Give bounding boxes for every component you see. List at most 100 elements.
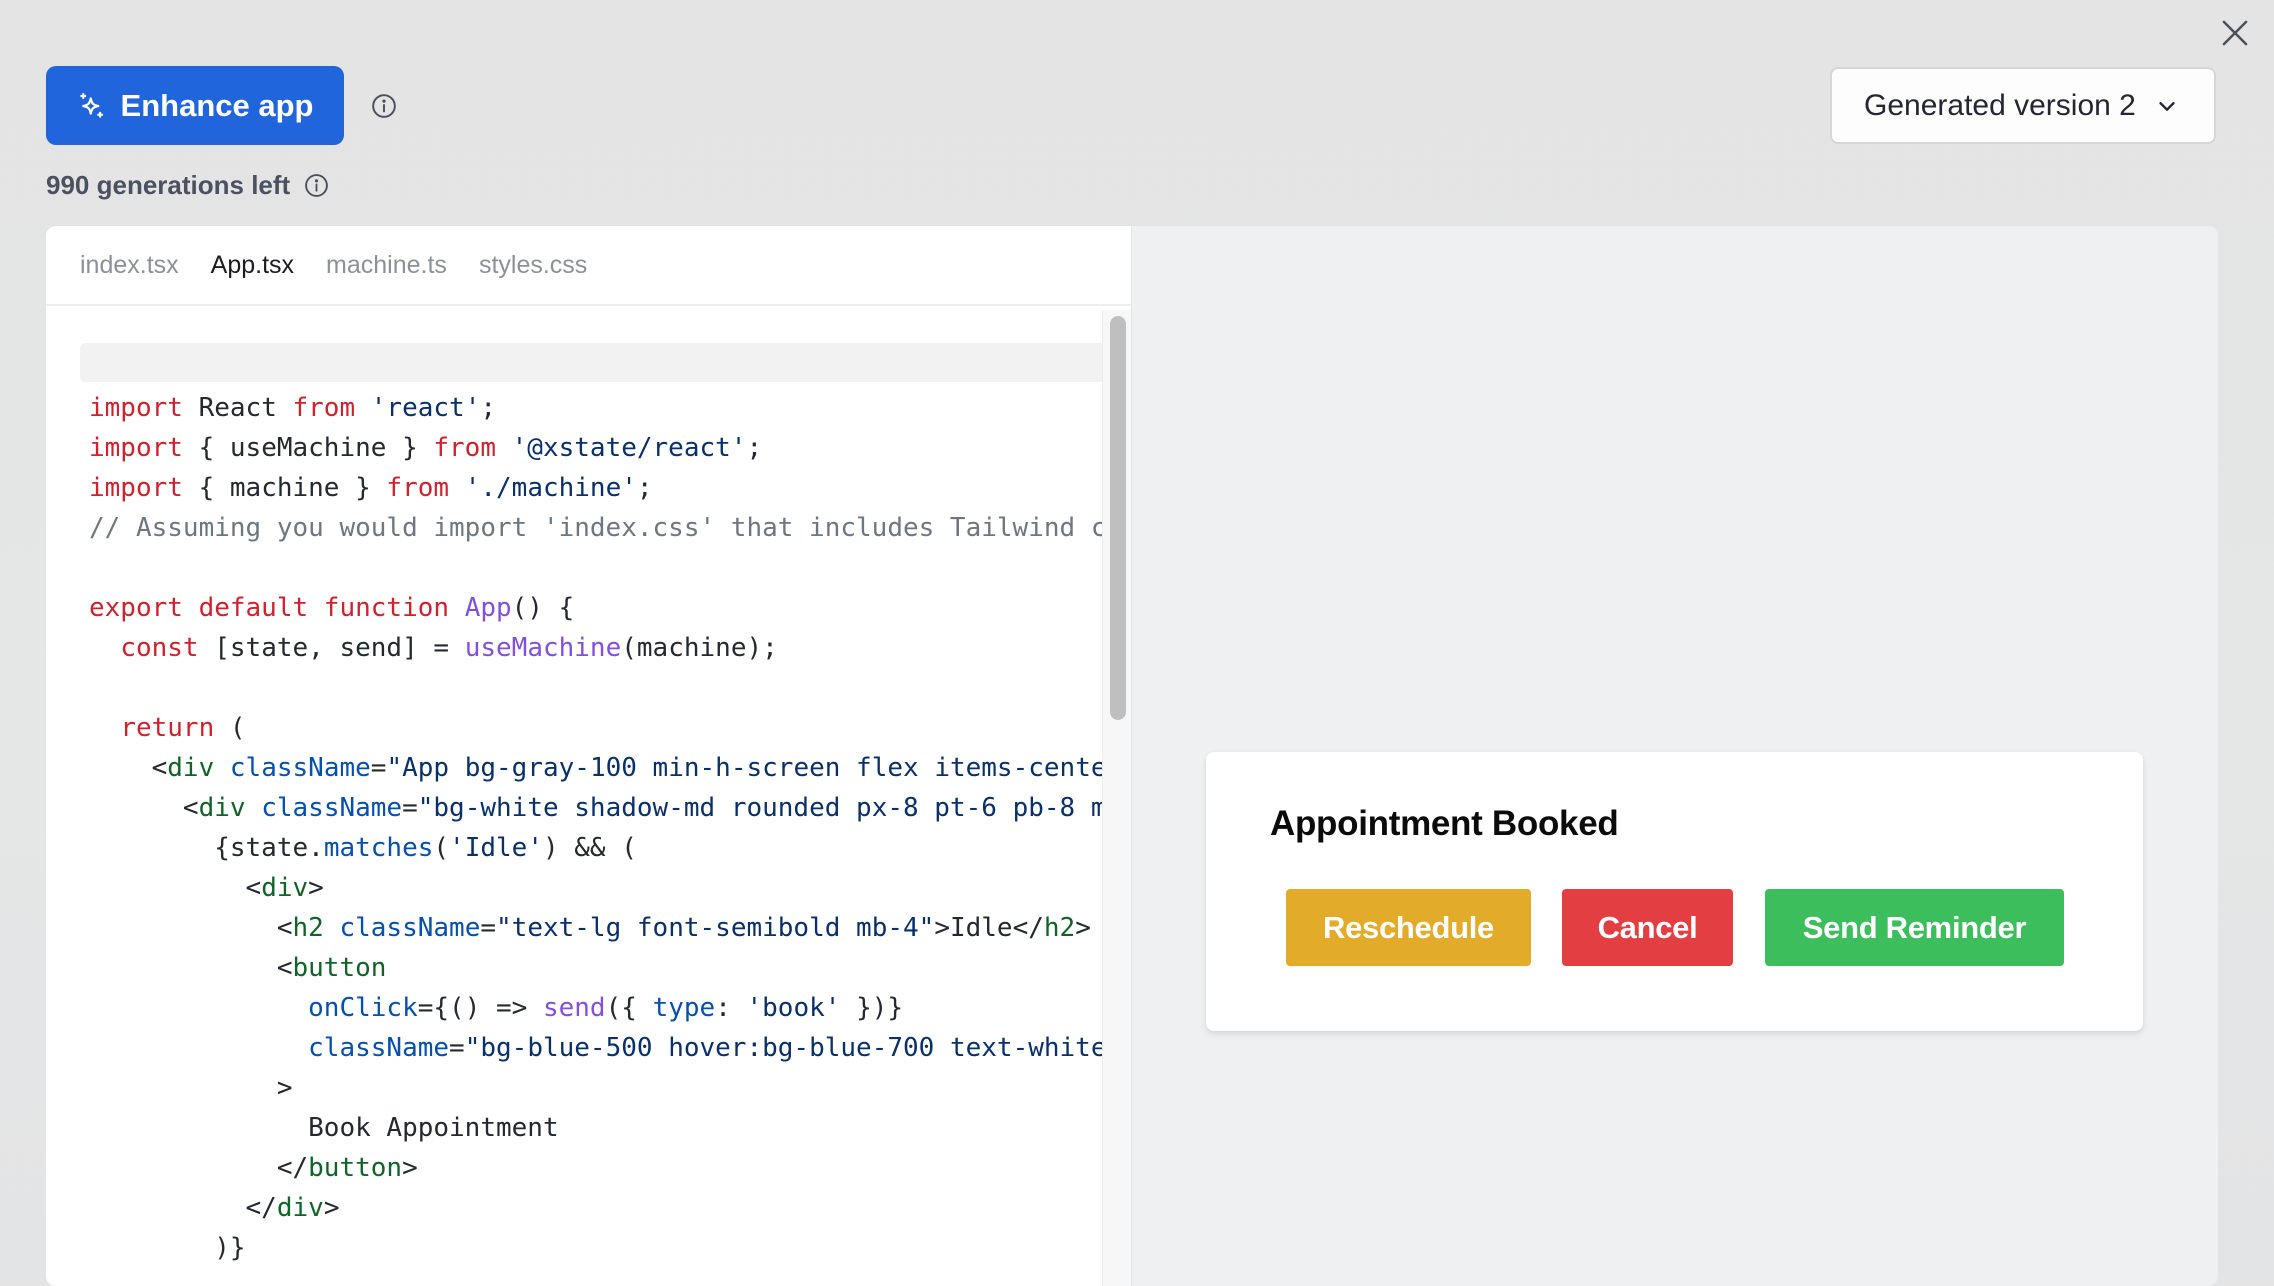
- card-title: Appointment Booked: [1270, 804, 1619, 843]
- code-token: // Assuming you would import 'index.css'…: [89, 513, 1102, 543]
- code-token: import: [89, 473, 183, 503]
- tab-machine-ts[interactable]: machine.ts: [326, 251, 447, 280]
- code-token: (: [433, 833, 450, 863]
- code-token: "bg-blue-500 hover:bg-blue-700 text-whit…: [464, 1033, 1102, 1063]
- code-token: '@xstate/react': [496, 433, 747, 463]
- code-line: <button: [89, 948, 1102, 988]
- code-line: </div>: [89, 1188, 1102, 1228]
- code-token: './machine': [449, 473, 637, 503]
- code-view[interactable]: import React from 'react'; import { useMa…: [46, 308, 1102, 1286]
- code-token: =: [480, 913, 497, 943]
- cancel-button[interactable]: Cancel: [1562, 889, 1733, 966]
- code-line: export default function App() {: [89, 588, 1102, 628]
- tab-index-tsx[interactable]: index.tsx: [80, 251, 179, 280]
- code-line: <h2 className="text-lg font-semibold mb-…: [89, 908, 1102, 948]
- code-content[interactable]: import React from 'react'; import { useMa…: [89, 388, 1102, 1268]
- code-token: export default function: [89, 593, 450, 623]
- code-token: ;: [636, 473, 653, 503]
- code-token: () {: [511, 593, 575, 623]
- code-line: import { machine } from './machine';: [89, 468, 1102, 508]
- code-token: { machine }: [182, 473, 387, 503]
- code-token: div: [198, 793, 246, 823]
- code-token: ({: [605, 993, 653, 1023]
- code-token: return: [120, 713, 215, 743]
- code-token: })}: [840, 993, 904, 1023]
- version-dropdown-value: Generated version 2: [1864, 88, 2136, 122]
- code-line: return (: [89, 708, 1102, 748]
- code-token: (: [214, 713, 246, 743]
- generations-left-text: 990 generations left: [46, 170, 291, 200]
- code-token: from: [386, 473, 450, 503]
- code-token: button: [308, 1153, 403, 1183]
- code-line: </button>: [89, 1148, 1102, 1188]
- code-token: App: [464, 593, 512, 623]
- code-token: =: [449, 1033, 465, 1063]
- enhance-info-button[interactable]: [371, 93, 397, 124]
- code-line: const [state, send] = useMachine(machine…: [89, 628, 1102, 668]
- enhance-app-label: Enhance app: [120, 87, 314, 123]
- code-token: React: [182, 393, 293, 423]
- code-token: div: [167, 753, 215, 783]
- code-token: import: [89, 433, 183, 463]
- tab-app-tsx[interactable]: App.tsx: [211, 251, 294, 280]
- code-token: >: [402, 1153, 418, 1183]
- code-token: const: [120, 633, 199, 663]
- code-line: >: [89, 1068, 1102, 1108]
- code-token: <: [89, 753, 168, 783]
- code-scrollbar[interactable]: [1102, 310, 1131, 1286]
- code-token: (machine);: [621, 633, 778, 663]
- enhance-app-button[interactable]: Enhance app: [46, 66, 344, 145]
- code-token: button: [292, 953, 387, 983]
- close-button[interactable]: [2216, 14, 2254, 52]
- send-reminder-button[interactable]: Send Reminder: [1765, 889, 2064, 966]
- tab-styles-css[interactable]: styles.css: [479, 251, 587, 280]
- code-token: useMachine: [464, 633, 622, 663]
- code-token: className: [339, 913, 481, 943]
- code-line: <div>: [89, 868, 1102, 908]
- code-token: {state.: [89, 833, 324, 863]
- code-token: >: [308, 873, 324, 903]
- code-line: Book Appointment: [89, 1108, 1102, 1148]
- code-token: "App bg-gray-100 min-h-screen flex items…: [386, 753, 1102, 783]
- code-token: ) && (: [542, 833, 637, 863]
- file-tabs: index.tsx App.tsx machine.ts styles.css: [46, 226, 1131, 306]
- code-token: import: [89, 393, 183, 423]
- version-dropdown[interactable]: Generated version 2: [1830, 67, 2216, 144]
- code-line: <div className="bg-white shadow-md round…: [89, 788, 1102, 828]
- code-line: <div className="App bg-gray-100 min-h-sc…: [89, 748, 1102, 788]
- code-token: className: [261, 793, 403, 823]
- reschedule-button[interactable]: Reschedule: [1286, 889, 1531, 966]
- code-token: =: [370, 753, 387, 783]
- chevron-down-icon: [2159, 101, 2175, 111]
- code-token: <: [89, 873, 262, 903]
- code-line: className="bg-blue-500 hover:bg-blue-700…: [89, 1028, 1102, 1068]
- appointment-card: Appointment Booked Reschedule Cancel Sen…: [1206, 752, 2143, 1031]
- code-token: 'book': [746, 993, 841, 1023]
- code-token: >: [1075, 913, 1091, 943]
- code-token: <: [89, 953, 293, 983]
- active-line-highlight: [80, 343, 1102, 382]
- code-token: h2: [292, 913, 324, 943]
- code-token: from: [292, 393, 356, 423]
- code-token: onClick: [308, 993, 418, 1023]
- code-token: { useMachine }: [182, 433, 434, 463]
- scrollbar-thumb[interactable]: [1110, 316, 1126, 720]
- code-token: :: [715, 993, 747, 1023]
- code-line: import React from 'react';: [89, 388, 1102, 428]
- code-token: className: [229, 753, 371, 783]
- code-token: </: [89, 1193, 277, 1223]
- info-icon[interactable]: [304, 173, 329, 198]
- info-icon: [372, 94, 396, 118]
- code-token: className: [308, 1033, 450, 1063]
- code-token: h2: [1043, 913, 1076, 943]
- code-token: "bg-white shadow-md rounded px-8 pt-6 pb…: [417, 793, 1102, 823]
- code-token: div: [276, 1193, 324, 1223]
- code-token: >Idle</: [934, 913, 1044, 943]
- code-token: ={() =>: [417, 993, 543, 1023]
